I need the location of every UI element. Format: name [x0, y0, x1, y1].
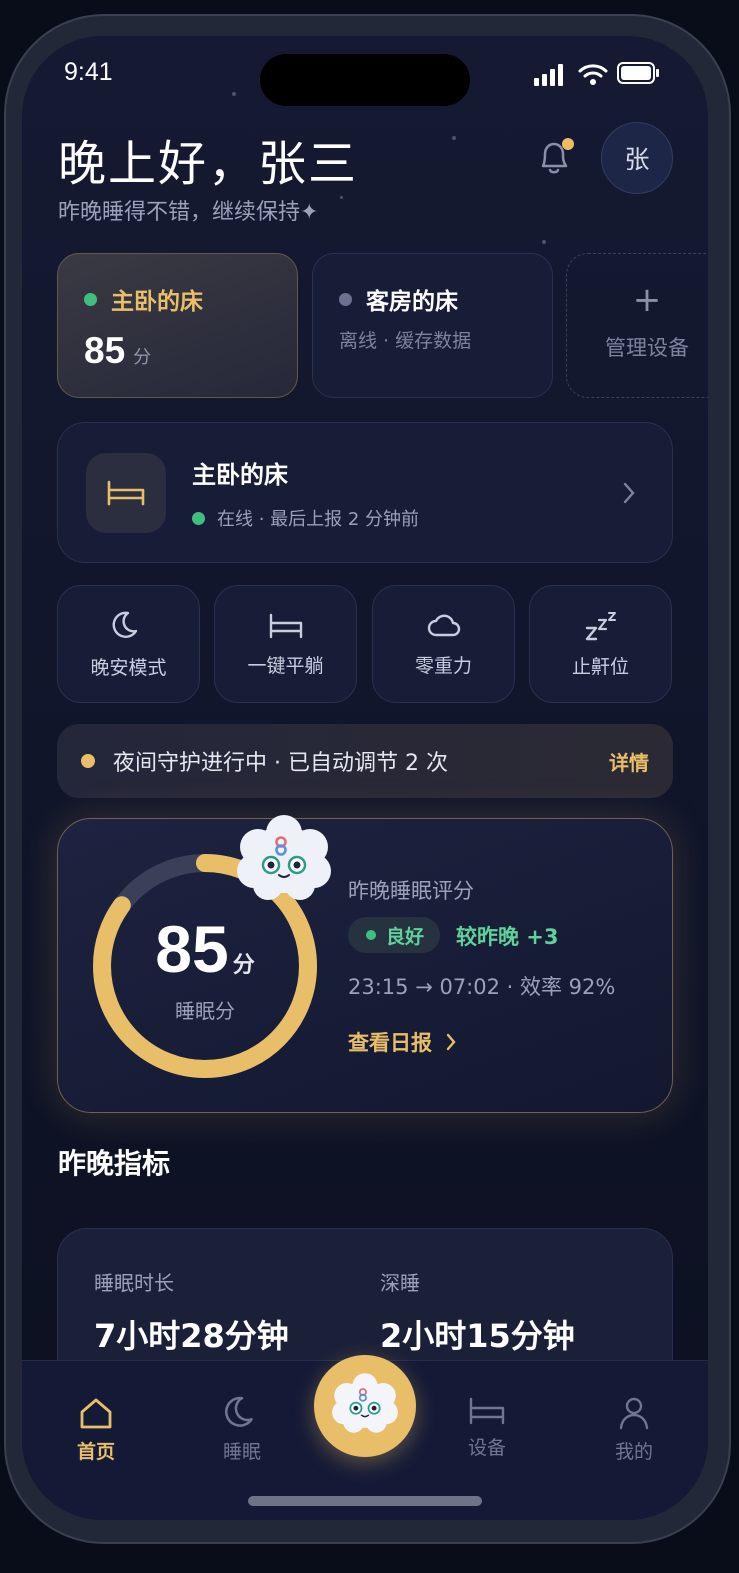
compare-text: 较昨晚 +3	[456, 925, 559, 949]
action-goodnight-mode[interactable]: 晚安模式	[57, 585, 200, 703]
greeting-title: 晚上好，张三	[58, 136, 359, 192]
sleep-score-unit: 分	[232, 953, 255, 978]
metric-label: 深睡	[380, 1271, 420, 1295]
zzz-icon	[585, 611, 616, 640]
guard-details-link[interactable]: 详情	[609, 747, 649, 776]
action-label: 止鼾位	[571, 655, 629, 678]
action-label: 一键平躺	[247, 654, 324, 677]
star-decoration	[340, 196, 343, 199]
star-decoration	[452, 136, 456, 140]
mascot-icon	[237, 815, 331, 900]
manage-devices-label: 管理设备	[605, 336, 689, 360]
status-time: 9:41	[64, 58, 113, 86]
chevron-right-icon	[446, 1033, 456, 1051]
bed-status-text: 在线 · 最后上报 2 分钟前	[217, 509, 420, 530]
avatar[interactable]: 张	[601, 122, 673, 194]
dynamic-island	[260, 54, 470, 106]
sparkle-icon: ✦	[300, 200, 319, 225]
wifi-icon	[578, 64, 608, 85]
star-decoration	[542, 240, 546, 244]
online-dot	[84, 292, 97, 306]
metric-value: 7小时28分钟	[94, 1317, 289, 1355]
bell-icon	[541, 138, 574, 174]
bed-icon-tile	[86, 453, 166, 533]
sleep-score-card: 85 分 睡眠分 昨晚睡眠评分 良好 较昨晚 +3 23:15 → 07:02 ·…	[57, 815, 673, 1113]
status-dot	[81, 754, 95, 768]
battery-icon	[617, 62, 659, 84]
home-indicator[interactable]	[248, 1496, 482, 1506]
sleep-score-value: 85	[155, 912, 229, 986]
app-screen: 9:41 晚上好，张三 昨晚睡得不错，继续保持✦ 张 主卧的床 85 分 客房的…	[22, 36, 708, 1520]
nav-item-sleep[interactable]: 睡眠	[192, 1395, 292, 1464]
mascot-center-button[interactable]	[314, 1355, 416, 1457]
user-icon	[619, 1397, 649, 1430]
bed-status-card[interactable]: 主卧的床 在线 · 最后上报 2 分钟前	[57, 422, 673, 563]
metric-value: 2小时15分钟	[380, 1317, 575, 1355]
cloud-icon	[427, 614, 460, 636]
nav-item-device[interactable]: 设备	[437, 1395, 537, 1460]
action-lay-flat[interactable]: 一键平躺	[214, 585, 357, 703]
night-guard-banner: 夜间守护进行中 · 已自动调节 2 次 详情	[57, 724, 673, 798]
action-anti-snore[interactable]: 止鼾位	[529, 585, 672, 703]
plus-icon: +	[632, 280, 662, 320]
bed-name: 主卧的床	[192, 461, 288, 489]
device-card-master[interactable]: 主卧的床 85 分	[57, 253, 298, 398]
metrics-section-title: 昨晚指标	[58, 1147, 171, 1180]
bed-icon	[269, 613, 302, 638]
device-name: 主卧的床	[111, 289, 203, 315]
chevron-right-icon	[623, 482, 635, 504]
mascot-icon	[332, 1373, 398, 1433]
sleep-times: 23:15 → 07:02 · 效率 92%	[348, 975, 616, 999]
action-zero-gravity[interactable]: 零重力	[372, 585, 515, 703]
bed-icon	[107, 480, 145, 506]
metric-label: 睡眠时长	[94, 1271, 174, 1295]
device-name: 客房的床	[366, 289, 458, 315]
nav-item-me[interactable]: 我的	[584, 1395, 684, 1464]
moon-icon	[112, 611, 137, 638]
action-label: 零重力	[414, 654, 472, 677]
device-card-guest[interactable]: 客房的床 离线 · 缓存数据	[312, 253, 553, 398]
night-guard-text: 夜间守护进行中 · 已自动调节 2 次	[113, 751, 448, 776]
device-subtitle: 离线 · 缓存数据	[339, 330, 472, 352]
greeting-subtitle: 昨晚睡得不错，继续保持✦	[58, 200, 319, 225]
bed-icon	[469, 1397, 505, 1425]
online-dot	[192, 511, 205, 525]
moon-icon	[224, 1396, 253, 1427]
offline-dot	[339, 292, 352, 306]
action-label: 晚安模式	[90, 656, 167, 679]
quality-badge: 良好	[348, 917, 441, 953]
nav-item-home[interactable]: 首页	[46, 1395, 146, 1464]
signal-icon	[534, 64, 563, 86]
notification-button[interactable]	[535, 136, 575, 180]
device-score-unit: 分	[133, 347, 152, 367]
star-decoration	[232, 92, 236, 96]
sleep-score-title: 昨晚睡眠评分	[348, 879, 474, 903]
home-icon	[80, 1398, 112, 1429]
manage-devices-button[interactable]: + 管理设备	[566, 253, 708, 398]
device-score: 85	[84, 330, 126, 371]
sleep-score-label: 睡眠分	[175, 999, 235, 1023]
view-daily-report-link[interactable]: 查看日报	[348, 1027, 456, 1057]
